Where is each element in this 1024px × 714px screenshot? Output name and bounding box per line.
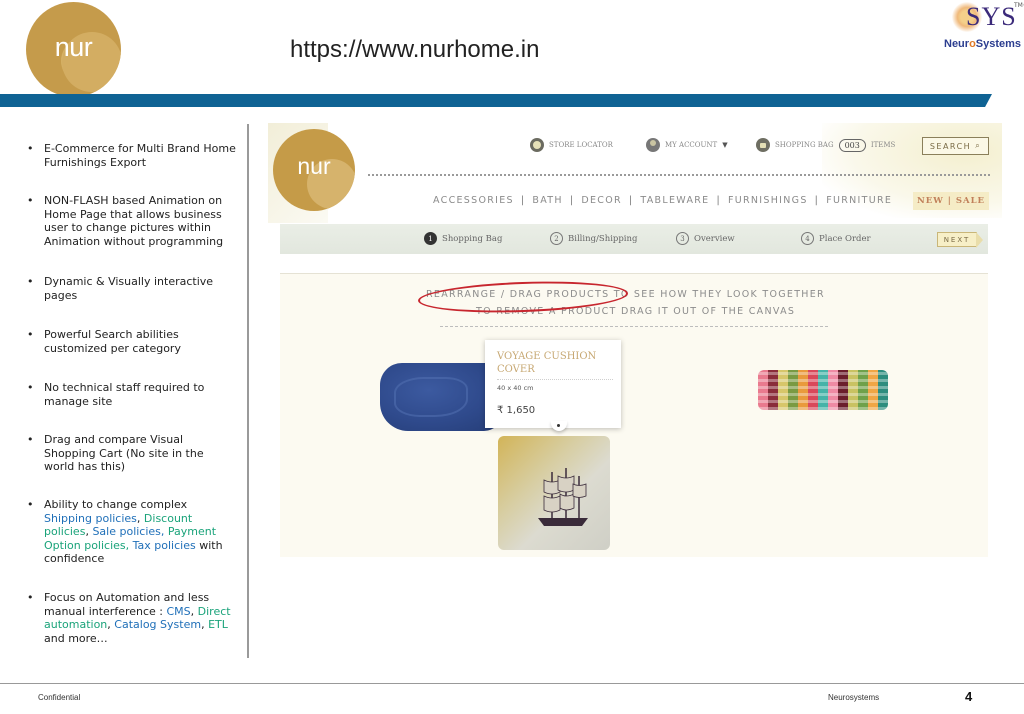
search-icon: ⌕ — [975, 141, 982, 150]
nav-separator: | — [716, 195, 721, 206]
site-logo[interactable]: nur — [273, 129, 355, 211]
nav-item-tableware[interactable]: TABLEWARE — [640, 195, 709, 206]
category-nav: ACCESSORIES | BATH | DECOR | TABLEWARE | FURNISH… — [433, 195, 892, 206]
instruction-divider — [440, 326, 828, 327]
nav-item-bath[interactable]: BATH — [532, 195, 562, 206]
feature-bullet: NON-FLASH based Animation on Home Page t… — [25, 194, 237, 248]
header-accent-bar — [0, 94, 992, 107]
feature-bullet: Drag and compare Visual Shopping Cart (N… — [25, 433, 237, 474]
product-striped-bolster[interactable] — [758, 370, 888, 410]
nav-item-furniture[interactable]: FURNITURE — [826, 195, 892, 206]
step-billing-shipping[interactable]: 2 Billing/Shipping — [550, 232, 637, 245]
trademark: TM© — [1014, 2, 1024, 9]
step-overview[interactable]: 3 Overview — [676, 232, 735, 245]
nav-item-furnishings[interactable]: FURNISHINGS — [728, 195, 808, 206]
page-title-url: https://www.nurhome.in — [290, 36, 540, 63]
bag-count-badge: 003 — [838, 138, 866, 152]
product-blue-throw[interactable] — [380, 363, 502, 431]
ship-illustration-icon — [538, 468, 588, 526]
nur-logo: nur — [26, 2, 121, 97]
logo-mark: SYS — [966, 2, 1017, 31]
shopping-bag-icon — [756, 138, 770, 152]
dotted-divider — [368, 174, 990, 176]
tooltip-product-name: VOYAGE CUSHION COVER — [497, 351, 597, 375]
nav-item-accessories[interactable]: ACCESSORIES — [433, 195, 514, 206]
feature-bullet: Dynamic & Visually interactive pages — [25, 275, 237, 302]
nur-logo-text: nur — [54, 32, 93, 62]
feature-bullet: Ability to change complex Shipping polic… — [25, 498, 237, 566]
caret-down-icon: ▼ — [722, 141, 728, 149]
step-place-order[interactable]: 4 Place Order — [801, 232, 871, 245]
store-locator-icon — [530, 138, 544, 152]
search-button[interactable]: SEARCH ⌕ — [922, 137, 989, 155]
feature-bullet: Focus on Automation and less manual inte… — [25, 591, 237, 645]
footer-company: Neurosystems — [828, 693, 880, 702]
feature-bullet: No technical staff required to manage si… — [25, 381, 237, 408]
store-locator-link[interactable]: STORE LOCATOR — [530, 138, 613, 152]
shopping-bag-link[interactable]: SHOPPING BAG 003 ITEMS — [756, 138, 895, 152]
nav-separator: | — [628, 195, 634, 206]
nav-separator: | — [569, 195, 575, 206]
tooltip-product-size: 40 x 40 cm — [497, 384, 534, 392]
vertical-divider — [247, 124, 249, 658]
feature-bullet: Powerful Search abilities customized per… — [25, 328, 237, 355]
product-voyage-cushion[interactable] — [498, 436, 610, 550]
checkout-steps: 1 Shopping Bag 2 Billing/Shipping 3 Over… — [280, 224, 988, 254]
footer-divider — [0, 683, 1024, 684]
website-screenshot: nur STORE LOCATOR MY ACCOUNT ▼ SHOPPING … — [268, 123, 1002, 563]
nav-separator: | — [814, 195, 820, 206]
new-sale-link[interactable]: NEW | SALE — [913, 192, 989, 210]
neurosystems-logo: SYS TM© NeuroSystems — [940, 0, 1024, 56]
nav-item-decor[interactable]: DECOR — [581, 195, 622, 206]
feature-bullet: E-Commerce for Multi Brand Home Furnishi… — [25, 142, 237, 169]
next-button[interactable]: NEXT — [937, 232, 983, 248]
tooltip-product-price: ₹ 1,650 — [497, 405, 536, 416]
product-tooltip: VOYAGE CUSHION COVER 40 x 40 cm ₹ 1,650 — [485, 340, 621, 428]
user-icon — [646, 138, 660, 152]
page-number: 4 — [965, 689, 973, 704]
footer-confidential: Confidential — [38, 693, 81, 702]
step-shopping-bag[interactable]: 1 Shopping Bag — [424, 232, 502, 245]
nav-separator: | — [520, 195, 526, 206]
logo-name: NeuroSystems — [944, 38, 1022, 50]
my-account-menu[interactable]: MY ACCOUNT ▼ — [646, 138, 728, 152]
